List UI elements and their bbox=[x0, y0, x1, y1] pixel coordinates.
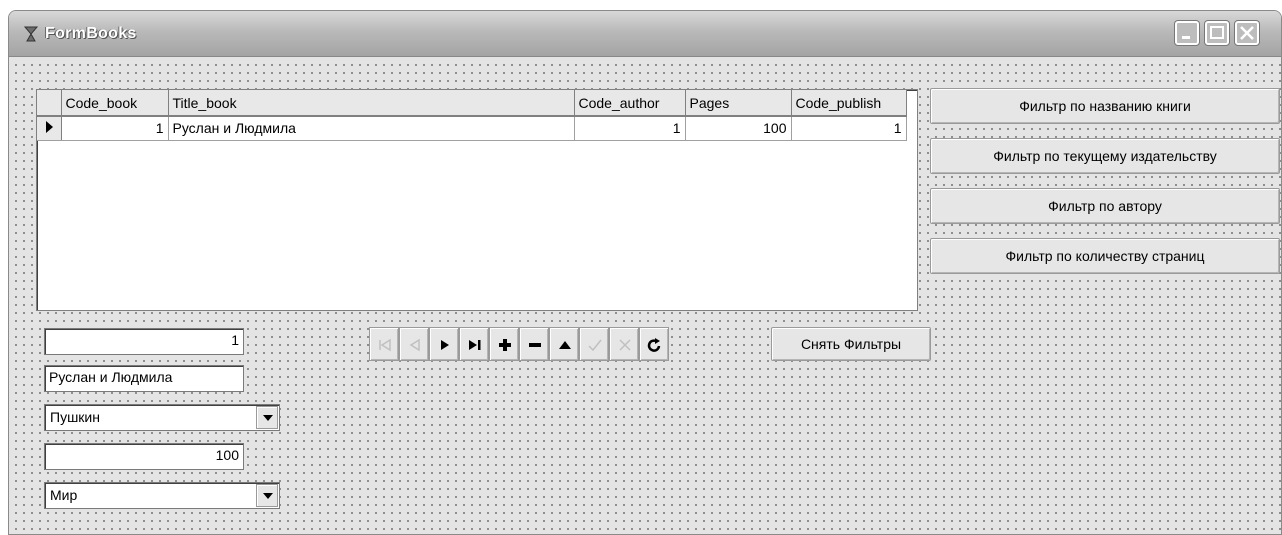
edit-icon bbox=[559, 341, 571, 349]
insert-icon bbox=[499, 339, 511, 351]
filter-by-title-button[interactable]: Фильтр по названию книги bbox=[930, 88, 1280, 124]
cell-code-publish[interactable]: 1 bbox=[791, 116, 907, 141]
navigator-edit-button[interactable] bbox=[549, 327, 579, 361]
maximize-button[interactable] bbox=[1205, 21, 1229, 45]
window-title: FormBooks bbox=[45, 25, 137, 42]
current-row-arrow-icon bbox=[45, 120, 53, 133]
navigator-post-button bbox=[579, 327, 609, 361]
filter-by-pages-button[interactable]: Фильтр по количеству страниц bbox=[930, 238, 1280, 274]
column-header-code-author[interactable]: Code_author bbox=[574, 90, 686, 117]
column-header-code-book[interactable]: Code_book bbox=[61, 90, 169, 117]
title-bar[interactable]: FormBooks bbox=[9, 11, 1281, 57]
publisher-combobox[interactable]: Мир bbox=[44, 482, 280, 509]
cell-pages[interactable]: 100 bbox=[685, 116, 792, 141]
title-book-field[interactable]: Руслан и Людмила bbox=[44, 365, 244, 392]
author-combobox-value: Пушкин bbox=[50, 409, 100, 425]
filter-by-publisher-button[interactable]: Фильтр по текущему издательству bbox=[930, 138, 1280, 174]
navigator-prior-button bbox=[399, 327, 429, 361]
grid-header-row: Code_book Title_book Code_author Pages C… bbox=[37, 90, 907, 117]
cell-code-author[interactable]: 1 bbox=[574, 116, 686, 141]
cell-code-book[interactable]: 1 bbox=[61, 116, 169, 141]
navigator-next-button[interactable] bbox=[429, 327, 459, 361]
delete-icon bbox=[529, 343, 541, 347]
publisher-combobox-value: Мир bbox=[50, 487, 78, 503]
row-indicator bbox=[37, 116, 62, 141]
last-icon bbox=[469, 340, 481, 350]
post-icon bbox=[588, 339, 602, 352]
chevron-down-icon bbox=[263, 493, 273, 499]
navigator-last-button[interactable] bbox=[459, 327, 489, 361]
books-grid[interactable]: Code_book Title_book Code_author Pages C… bbox=[36, 89, 918, 311]
clear-filters-button[interactable]: Снять Фильтры bbox=[771, 327, 931, 361]
navigator-refresh-button[interactable] bbox=[639, 327, 669, 361]
author-combobox[interactable]: Пушкин bbox=[44, 404, 280, 431]
db-navigator bbox=[369, 327, 669, 361]
publisher-dropdown-button[interactable] bbox=[256, 484, 278, 507]
navigator-delete-button[interactable] bbox=[519, 327, 549, 361]
navigator-insert-button[interactable] bbox=[489, 327, 519, 361]
table-row[interactable]: 1 Руслан и Людмила 1 100 1 bbox=[37, 116, 907, 141]
prior-icon bbox=[409, 338, 420, 352]
author-dropdown-button[interactable] bbox=[256, 406, 278, 429]
next-icon bbox=[441, 340, 449, 350]
first-icon bbox=[379, 338, 391, 352]
close-icon bbox=[1240, 26, 1254, 40]
navigator-first-button bbox=[369, 327, 399, 361]
chevron-down-icon bbox=[263, 415, 273, 421]
form-area: Code_book Title_book Code_author Pages C… bbox=[9, 58, 1281, 534]
cell-title-book[interactable]: Руслан и Людмила bbox=[168, 116, 575, 141]
minimize-icon bbox=[1182, 36, 1190, 39]
column-header-pages[interactable]: Pages bbox=[685, 90, 792, 117]
close-button[interactable] bbox=[1235, 21, 1259, 45]
code-book-field[interactable]: 1 bbox=[44, 328, 244, 355]
cancel-icon bbox=[619, 339, 631, 351]
refresh-icon bbox=[647, 338, 661, 352]
navigator-cancel-button bbox=[609, 327, 639, 361]
maximize-icon bbox=[1210, 26, 1224, 39]
minimize-button[interactable] bbox=[1175, 21, 1199, 45]
grid-corner bbox=[37, 90, 62, 117]
column-header-code-publish[interactable]: Code_publish bbox=[791, 90, 907, 117]
filter-by-author-button[interactable]: Фильтр по автору bbox=[930, 188, 1280, 224]
column-header-title-book[interactable]: Title_book bbox=[168, 90, 575, 117]
app-icon bbox=[23, 26, 39, 42]
formbooks-window: FormBooks Code_book Title_book Code_auth… bbox=[8, 10, 1282, 535]
pages-field[interactable]: 100 bbox=[44, 443, 244, 470]
